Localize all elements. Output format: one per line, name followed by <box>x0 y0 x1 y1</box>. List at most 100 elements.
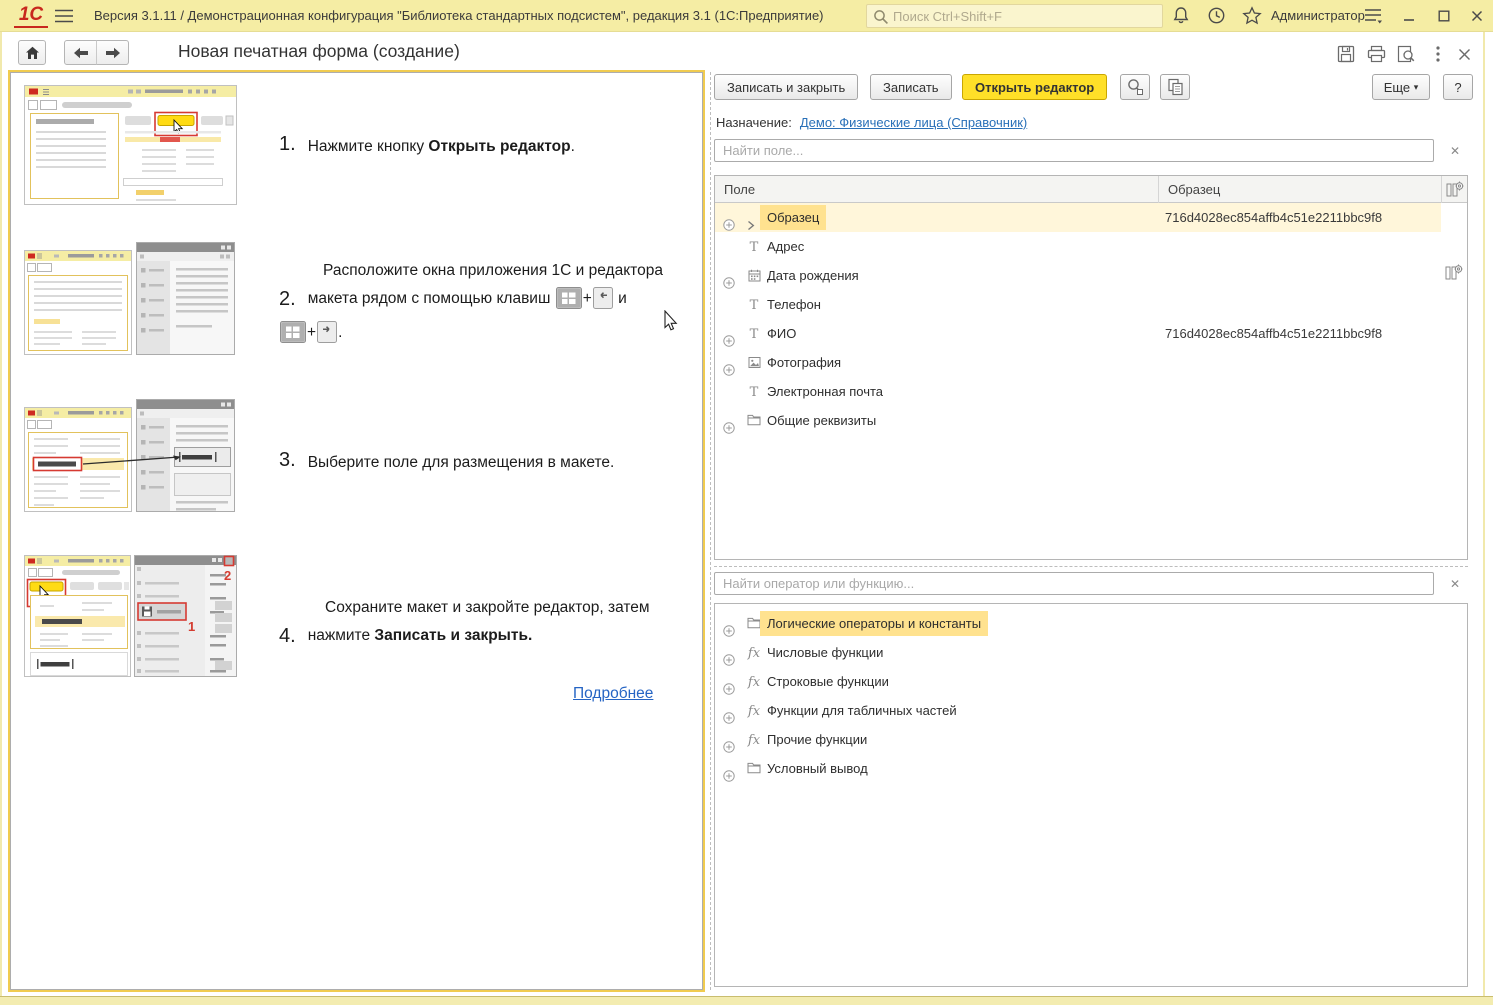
instructions-panel: 1.Нажмите кнопку Открыть редактор. <box>10 72 703 990</box>
save-button[interactable]: Записать <box>870 74 952 100</box>
step-text: Сохраните макет и закройте редактор, зат… <box>279 594 699 622</box>
row-label: Числовые функции <box>767 638 883 667</box>
field-tree-row[interactable]: Образец716d4028ec854affb4c51e2211bbc9f8 <box>715 203 1441 232</box>
function-type-icon: fx <box>745 696 763 725</box>
field-tree-row[interactable]: Дата рождения <box>715 261 1441 290</box>
table-settings-button[interactable] <box>1441 176 1467 203</box>
copy-button[interactable] <box>1160 74 1190 100</box>
operator-tree-row[interactable]: Условный вывод <box>715 754 1441 783</box>
field-tree-row[interactable]: Фотография <box>715 348 1441 377</box>
expand-icon[interactable] <box>723 734 735 746</box>
home-icon <box>25 46 40 60</box>
purpose-label: Назначение: <box>716 115 792 130</box>
operator-tree-row[interactable]: fxПрочие функции <box>715 725 1441 754</box>
step-text: макета рядом с помощью клавиш <box>308 290 555 307</box>
field-tree-row[interactable]: TТелефон <box>715 290 1441 319</box>
row-label: Адрес <box>767 232 804 261</box>
operator-tree-row[interactable]: Логические операторы и константы <box>715 609 1441 638</box>
step-text-bold: Открыть редактор <box>428 138 570 155</box>
row-label: Дата рождения <box>767 261 859 290</box>
current-user[interactable]: Администратор <box>1271 8 1365 23</box>
row-settings-button[interactable] <box>1445 264 1463 286</box>
more-actions-button[interactable]: Еще ▾ <box>1372 74 1430 100</box>
column-header-field[interactable]: Поле <box>715 176 1158 203</box>
step1-thumbnail <box>24 85 237 210</box>
expand-icon[interactable] <box>723 618 735 630</box>
page-title: Новая печатная форма (создание) <box>178 41 460 62</box>
global-search-box[interactable] <box>866 4 1163 28</box>
forward-arrow-icon <box>105 47 121 59</box>
preview-icon[interactable] <box>1394 44 1418 64</box>
expand-icon[interactable] <box>723 705 735 717</box>
field-tree-row[interactable]: Общие реквизиты <box>715 406 1441 435</box>
expand-icon[interactable] <box>723 357 735 369</box>
find-button[interactable] <box>1120 74 1150 100</box>
purpose-row: Назначение: Демо: Физические лица (Справо… <box>716 115 1027 130</box>
step-text: . <box>571 138 575 155</box>
service-menu-icon[interactable] <box>1363 6 1385 26</box>
print-icon[interactable] <box>1364 44 1388 64</box>
text-type-icon: T <box>745 319 763 348</box>
home-button[interactable] <box>18 40 46 65</box>
row-label: Условный вывод <box>767 754 868 783</box>
row-label: ФИО <box>767 319 796 348</box>
save-and-close-button[interactable]: Записать и закрыть <box>714 74 858 100</box>
step3-thumbnail <box>24 398 237 525</box>
step-number: 4. <box>279 625 296 647</box>
step-text: Выберите поле для размещения в макете. <box>308 454 615 471</box>
column-header-sample[interactable]: Образец <box>1158 176 1441 203</box>
window-right-border <box>1483 32 1485 996</box>
chevron-down-icon: ▾ <box>1414 82 1419 93</box>
maximize-icon[interactable] <box>1431 5 1457 27</box>
expand-icon[interactable] <box>723 270 735 282</box>
field-tree-row[interactable]: TФИО716d4028ec854affb4c51e2211bbc9f8 <box>715 319 1441 348</box>
expand-icon[interactable] <box>723 647 735 659</box>
right-arrow-key-icon <box>317 321 337 353</box>
global-search-input[interactable] <box>893 7 1155 25</box>
step-text: Расположите окна приложения 1С и редакто… <box>279 257 699 285</box>
back-arrow-icon <box>73 47 89 59</box>
clear-operator-search-icon[interactable]: ✕ <box>1447 576 1463 592</box>
save-icon[interactable] <box>1334 44 1358 64</box>
function-type-icon: fx <box>745 667 763 696</box>
expand-icon[interactable] <box>723 676 735 688</box>
column-settings-icon <box>1446 181 1464 198</box>
step-text: и <box>614 290 627 307</box>
window-left-border <box>0 32 2 996</box>
open-editor-button[interactable]: Открыть редактор <box>962 74 1107 100</box>
operator-tree-row[interactable]: fxСтроковые функции <box>715 667 1441 696</box>
kebab-menu-icon[interactable] <box>1426 44 1450 64</box>
notifications-bell-icon[interactable] <box>1172 6 1194 26</box>
step-1: 1.Нажмите кнопку Открыть редактор. <box>279 133 575 161</box>
clear-field-search-icon[interactable]: ✕ <box>1447 143 1463 159</box>
vertical-splitter[interactable] <box>710 72 711 990</box>
expand-icon <box>723 386 735 398</box>
forward-button[interactable] <box>96 40 129 65</box>
expand-icon[interactable] <box>723 328 735 340</box>
help-button[interactable]: ? <box>1443 74 1473 100</box>
step2-thumbnail <box>24 241 237 368</box>
field-tree-row[interactable]: TАдрес <box>715 232 1441 261</box>
main-menu-icon[interactable] <box>54 8 74 29</box>
folder-type-icon <box>745 406 763 435</box>
horizontal-splitter[interactable] <box>714 566 1468 567</box>
expand-icon[interactable] <box>723 415 735 427</box>
expand-icon[interactable] <box>723 212 735 224</box>
row-value: 716d4028ec854affb4c51e2211bbc9f8 <box>1165 203 1382 232</box>
history-clock-icon[interactable] <box>1207 6 1229 26</box>
purpose-link[interactable]: Демо: Физические лица (Справочник) <box>800 115 1027 130</box>
operator-tree-row[interactable]: fxФункции для табличных частей <box>715 696 1441 725</box>
close-window-icon[interactable] <box>1464 5 1490 27</box>
close-form-icon[interactable] <box>1452 44 1476 64</box>
field-search-input[interactable] <box>714 139 1434 162</box>
expand-icon[interactable] <box>723 763 735 775</box>
field-tree-row[interactable]: TЭлектронная почта <box>715 377 1441 406</box>
operator-tree-row[interactable]: fxЧисловые функции <box>715 638 1441 667</box>
more-details-link[interactable]: Подробнее <box>573 685 653 703</box>
step4-thumbnail: 3 2 <box>24 555 237 682</box>
back-button[interactable] <box>64 40 97 65</box>
minimize-icon[interactable] <box>1396 5 1422 27</box>
operator-search-input[interactable] <box>714 572 1434 595</box>
step-text: нажмите <box>308 627 375 644</box>
favorites-star-icon[interactable] <box>1242 6 1264 26</box>
